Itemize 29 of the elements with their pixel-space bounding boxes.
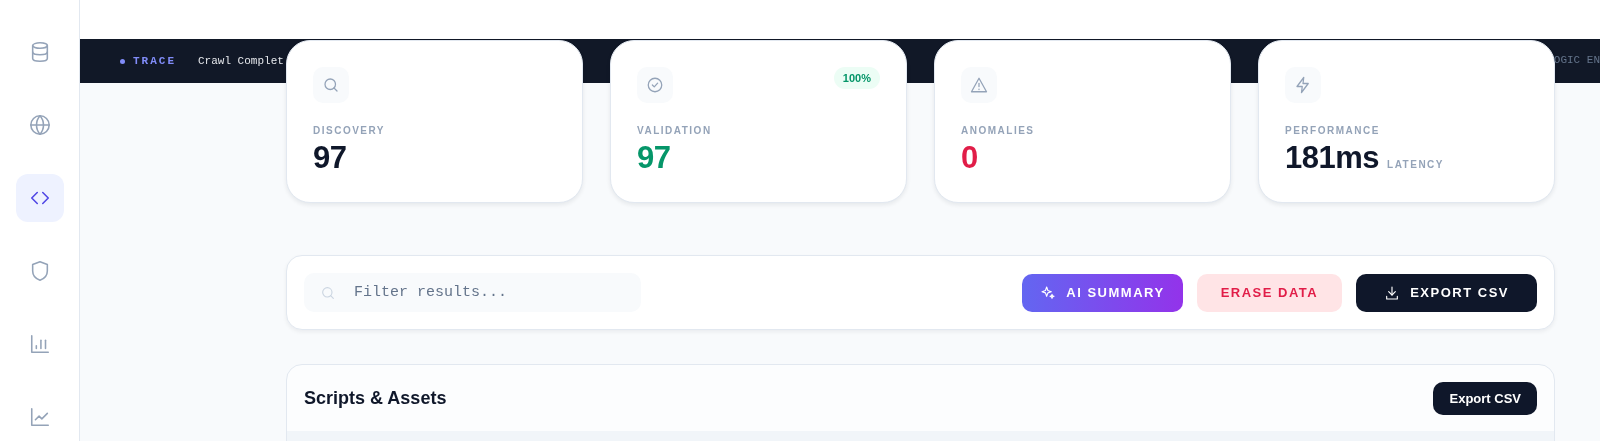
- search-icon: [313, 67, 349, 103]
- stat-label: PERFORMANCE: [1285, 125, 1381, 136]
- lightning-icon: [1285, 67, 1321, 103]
- search-field[interactable]: Filter results...: [304, 273, 641, 312]
- download-icon: [1384, 284, 1401, 301]
- bar-chart-icon: [28, 333, 51, 356]
- globe-icon: [28, 113, 51, 136]
- line-chart-icon: [28, 406, 51, 429]
- stat-value: 181ms: [1285, 140, 1380, 176]
- ai-summary-button[interactable]: AI SUMMARY: [1022, 273, 1183, 312]
- sparkle-icon: [1040, 284, 1057, 301]
- stat-label: ANOMALIES: [961, 125, 1036, 136]
- stat-value: 0: [961, 140, 978, 176]
- card-title: Scripts & Assets: [304, 388, 447, 409]
- export-button[interactable]: Export CSV: [1433, 382, 1537, 415]
- erase-button[interactable]: ERASE DATA: [1196, 273, 1343, 312]
- ticker-message: Crawl Complet: [198, 55, 284, 67]
- ticker-message: OGIC EN: [1553, 54, 1600, 66]
- warning-icon: [961, 67, 997, 103]
- sidebar-item[interactable]: [15, 174, 64, 222]
- stat-label: VALIDATION: [637, 125, 713, 136]
- ticker-tag: TRACE: [133, 55, 176, 67]
- status-dot: [120, 58, 125, 64]
- stat-label: DISCOVERY: [313, 125, 387, 136]
- export-button[interactable]: EXPORT CSV: [1356, 273, 1537, 312]
- stat-unit: LATENCY: [1387, 159, 1444, 170]
- percent-badge: 100%: [833, 67, 880, 89]
- stat-value: 97: [313, 140, 347, 176]
- stat-value: 97: [637, 140, 671, 176]
